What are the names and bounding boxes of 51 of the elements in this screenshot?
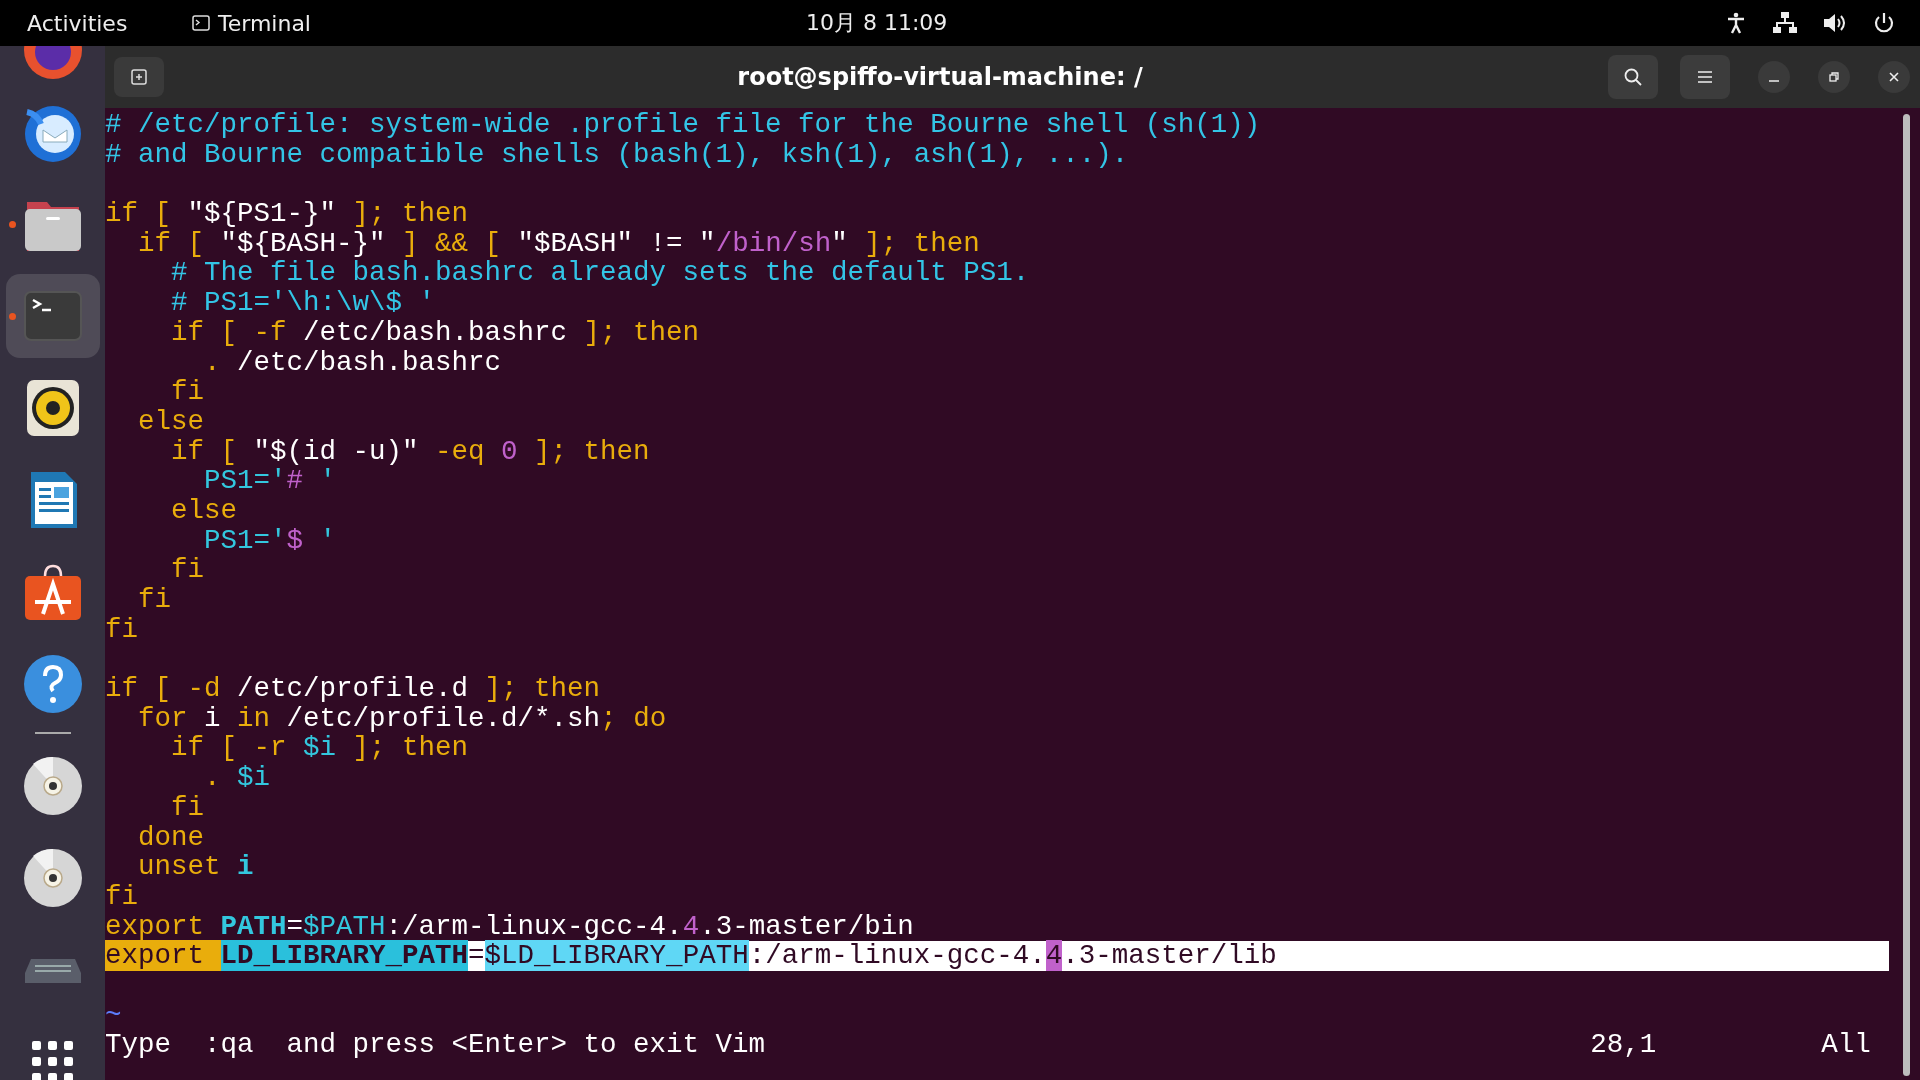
code-line: if [ -r $i ]; then — [170, 733, 470, 764]
code-line: fi — [170, 555, 206, 585]
code-line: PS1='$ ' — [203, 525, 338, 556]
empty-line-marker: ~ — [105, 999, 122, 1031]
code-line: if [ "$(id -u)" -eq 0 ]; then — [170, 436, 651, 467]
terminal-icon — [192, 15, 210, 31]
power-icon[interactable] — [1872, 11, 1896, 35]
menu-icon — [1696, 70, 1714, 84]
clock[interactable]: 10月 8 11:09 — [806, 8, 1306, 38]
code-line: # and Bourne compatible shells (bash(1), ksh(1), ash(1), ...). — [105, 139, 1130, 170]
new-tab-button[interactable] — [114, 57, 164, 97]
scrollbar[interactable] — [1903, 114, 1910, 1076]
volume-icon[interactable] — [1822, 11, 1848, 35]
code-line: if [ "${BASH-}" ] && [ "$BASH" != "/bin/sh" ]; then — [137, 228, 981, 259]
window-title: root@spiffo-virtual-machine: / — [736, 63, 1144, 91]
code-line: done — [137, 822, 206, 853]
dock-separator — [34, 732, 71, 734]
code-line: unset i — [137, 852, 255, 882]
app-menu[interactable]: Terminal — [192, 10, 311, 36]
code-line: if [ -f /etc/bash.bashrc ]; then — [170, 317, 701, 348]
code-line: fi — [170, 792, 206, 823]
scroll-position: All — [1821, 1030, 1871, 1060]
search-button[interactable] — [1608, 55, 1658, 99]
code-line: export PATH=$PATH:/arm-linux-gcc-4.4.3-master/bin — [105, 911, 915, 942]
close-icon — [1888, 71, 1900, 83]
code-line: else — [137, 406, 206, 437]
code-line: fi — [170, 377, 206, 407]
code-line: else — [170, 495, 239, 526]
code-line: if [ "${PS1-}" ]; then — [105, 199, 470, 229]
code-line: fi — [137, 585, 172, 615]
code-line: . /etc/bash.bashrc — [203, 347, 503, 378]
status-message: Type :qa and press <Enter> to exit Vim — [105, 1030, 767, 1060]
network-icon[interactable] — [1772, 11, 1798, 35]
code-line: # The file bash.bashrc already sets the default PS1. — [170, 258, 1031, 289]
restore-icon — [1828, 71, 1840, 83]
menu-button[interactable] — [1680, 55, 1730, 99]
code-line: . $i — [203, 763, 272, 793]
cursor-position: 28,1 — [1590, 1029, 1657, 1061]
code-line: fi — [105, 881, 139, 912]
code-line: for i in /etc/profile.d/*.sh; do — [137, 703, 668, 734]
search-icon — [1623, 67, 1643, 87]
minimize-icon — [1769, 80, 1779, 82]
activities-button[interactable]: Activities — [27, 10, 192, 36]
code-line: PS1='# ' — [203, 466, 338, 496]
code-line: if [ -d /etc/profile.d ]; then — [105, 674, 602, 704]
code-line: # PS1='\h:\w\$ ' — [170, 288, 437, 318]
new-tab-icon — [130, 68, 148, 86]
restore-button[interactable] — [1818, 61, 1850, 93]
close-button[interactable] — [1878, 61, 1910, 93]
code-line: fi — [105, 614, 139, 645]
code-line: # /etc/profile: system-wide .profile file for the Bourne shell (sh(1)) — [105, 110, 1262, 140]
